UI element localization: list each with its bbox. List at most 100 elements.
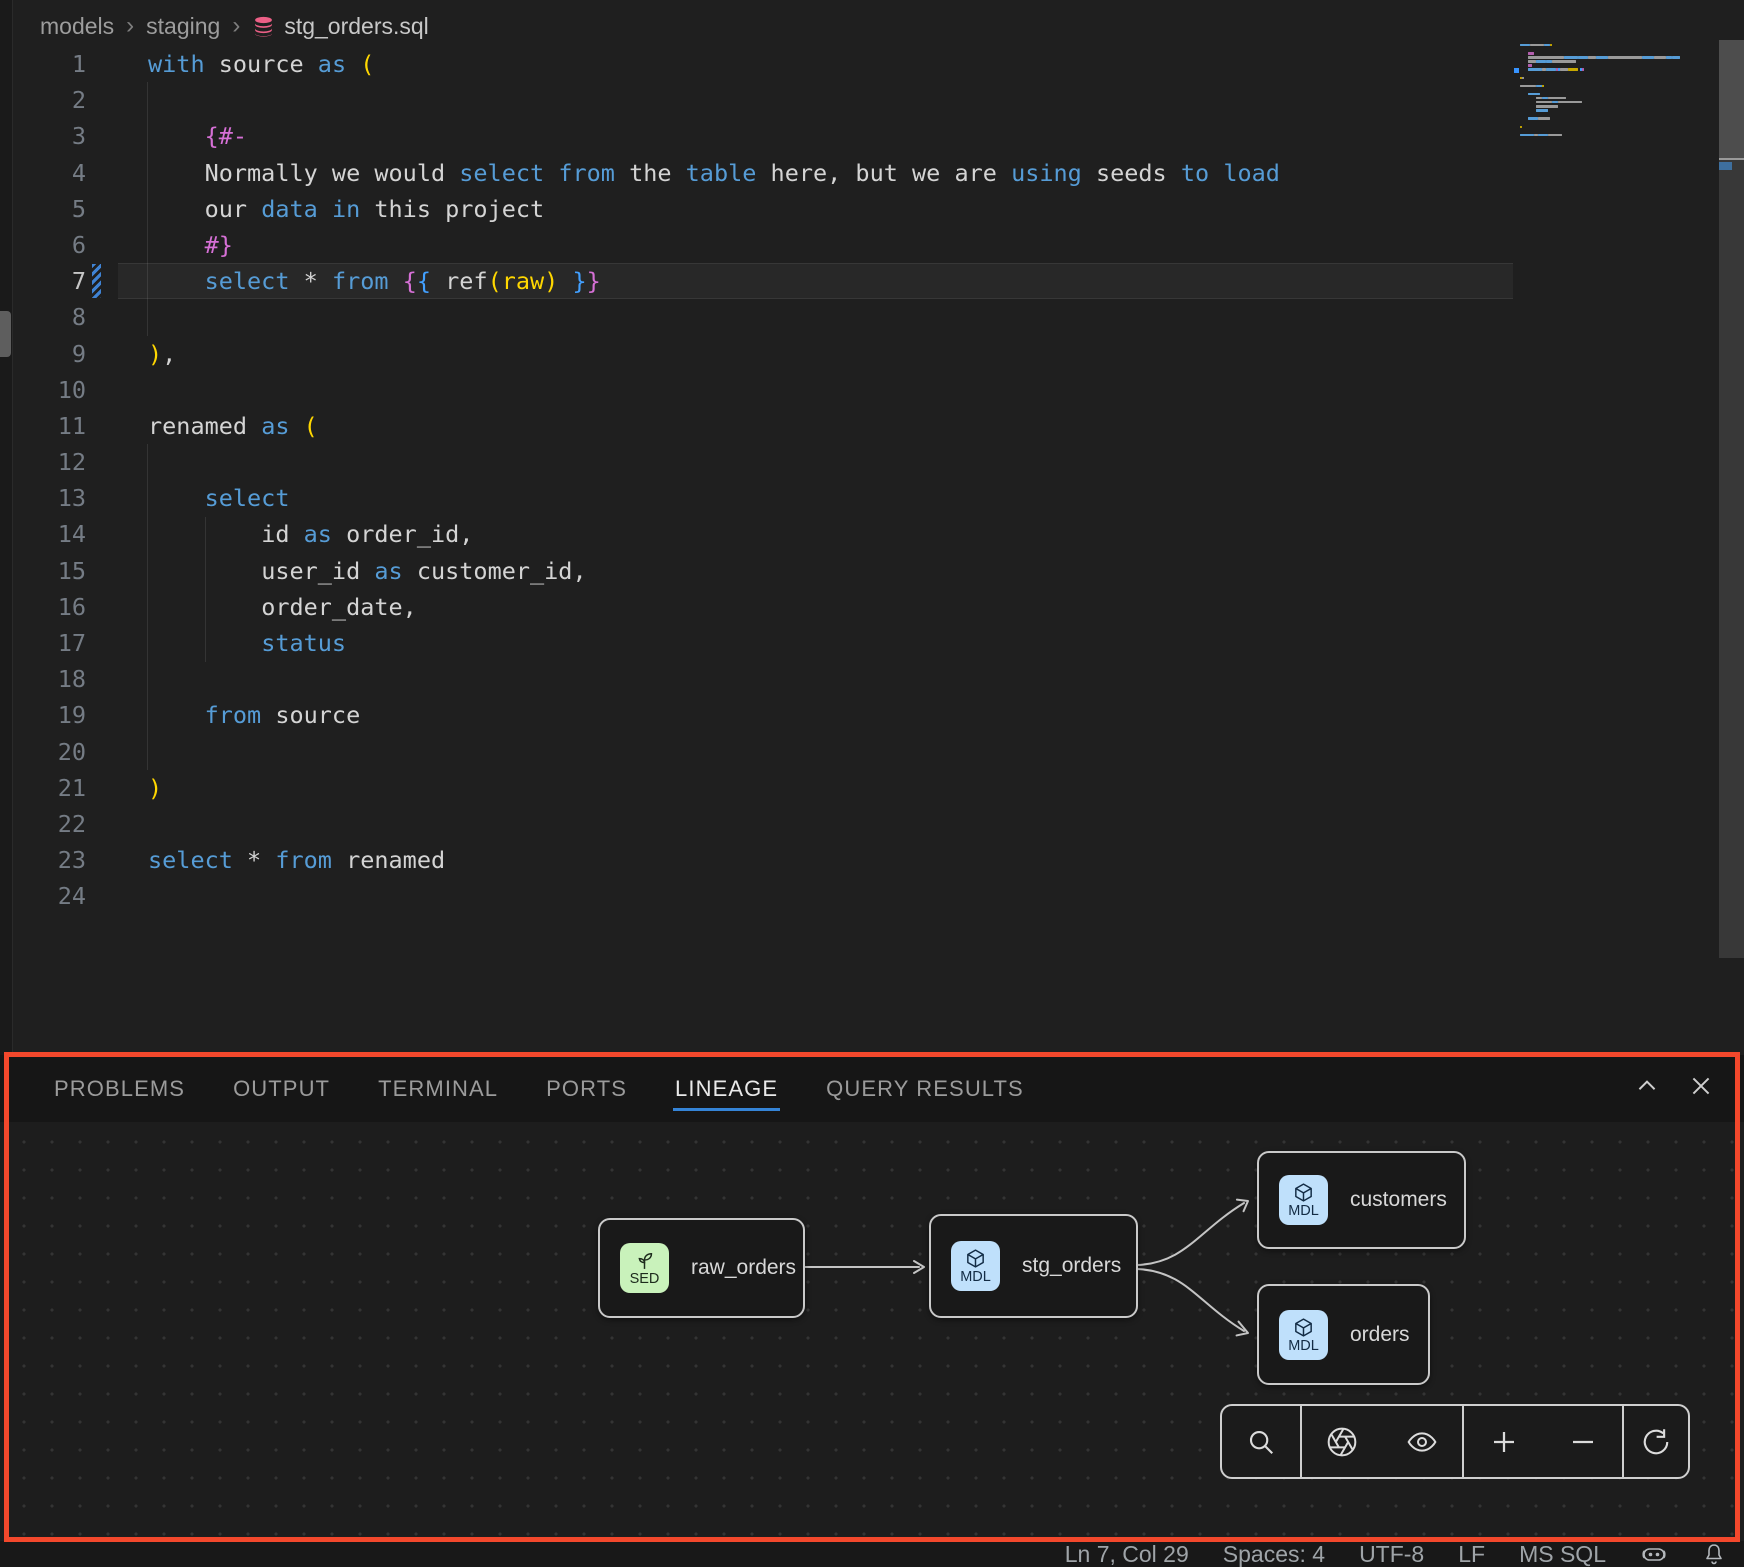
code-line-16[interactable]: 16 order_date, (0, 589, 1520, 625)
scrollbar-thumb[interactable] (1719, 40, 1744, 158)
aperture-icon[interactable] (1320, 1420, 1364, 1464)
line-number: 14 (0, 516, 86, 552)
line-number: 23 (0, 842, 86, 878)
lineage-toolbar (1220, 1404, 1690, 1479)
tab-ports[interactable]: PORTS (546, 1055, 627, 1122)
code-line-12[interactable]: 12 (0, 444, 1520, 480)
scrollbar-track[interactable] (1719, 40, 1744, 958)
badge-label: MDL (960, 1270, 991, 1284)
code-line-18[interactable]: 18 (0, 661, 1520, 697)
breadcrumb-item-models[interactable]: models (40, 13, 114, 40)
eye-icon[interactable] (1400, 1420, 1444, 1464)
code-line-8[interactable]: 8 (0, 299, 1520, 335)
tab-lineage[interactable]: LINEAGE (675, 1055, 778, 1122)
line-number: 7 (0, 263, 86, 299)
code-text: order_date, (148, 589, 417, 625)
code-line-3[interactable]: 3 {#- (0, 118, 1520, 154)
chevron-up-icon[interactable] (1632, 1071, 1662, 1101)
database-icon (252, 15, 275, 38)
code-line-9[interactable]: 9), (0, 336, 1520, 372)
code-text: ) (148, 770, 162, 806)
code-line-24[interactable]: 24 (0, 878, 1520, 914)
zoom-in-icon[interactable] (1482, 1420, 1526, 1464)
chevron-right-icon: › (126, 12, 134, 40)
line-number: 10 (0, 372, 86, 408)
close-icon[interactable] (1686, 1071, 1716, 1101)
breadcrumb-item-file[interactable]: stg_orders.sql (252, 13, 428, 40)
code-line-11[interactable]: 11 renamed as ( (0, 408, 1520, 444)
tab-query-results[interactable]: QUERY RESULTS (826, 1055, 1024, 1122)
code-line-1[interactable]: 1with source as ( (0, 46, 1520, 82)
badge-label: MDL (1288, 1204, 1319, 1218)
status-spaces[interactable]: Spaces: 4 (1223, 1541, 1325, 1567)
badge-label: MDL (1288, 1339, 1319, 1353)
line-number: 8 (0, 299, 86, 335)
code-line-20[interactable]: 20 (0, 734, 1520, 770)
line-number: 9 (0, 336, 86, 372)
code-text: our data in this project (148, 191, 544, 227)
panel-tabs: PROBLEMS OUTPUT TERMINAL PORTS LINEAGE QUERY … (54, 1055, 1024, 1122)
line-number: 17 (0, 625, 86, 661)
code-line-21[interactable]: 21) (0, 770, 1520, 806)
code-text: ), (148, 336, 176, 372)
line-number: 20 (0, 734, 86, 770)
code-line-13[interactable]: 13 select (0, 480, 1520, 516)
lineage-node-customers[interactable]: MDL customers (1257, 1151, 1466, 1249)
breadcrumb-item-staging[interactable]: staging (146, 13, 220, 40)
line-number: 15 (0, 553, 86, 589)
node-label: stg_orders (1022, 1254, 1121, 1278)
lineage-node-stg-orders[interactable]: MDL stg_orders (929, 1214, 1138, 1318)
copilot-icon[interactable] (1640, 1542, 1668, 1566)
line-number: 11 (0, 408, 86, 444)
scrollbar-divider (1719, 158, 1744, 160)
code-line-5[interactable]: 5 our data in this project (0, 191, 1520, 227)
line-number: 12 (0, 444, 86, 480)
lineage-node-raw-orders[interactable]: SED raw_orders (598, 1218, 805, 1318)
minimap[interactable] (1520, 44, 1716, 142)
code-text: renamed as ( (148, 408, 318, 444)
code-line-19[interactable]: 19 from source (0, 697, 1520, 733)
breadcrumb: models › staging › stg_orders.sql (40, 8, 429, 44)
line-number: 4 (0, 155, 86, 191)
seed-icon: SED (620, 1243, 669, 1293)
tab-terminal[interactable]: TERMINAL (378, 1055, 498, 1122)
node-label: raw_orders (691, 1256, 796, 1280)
line-number: 1 (0, 46, 86, 82)
code-line-14[interactable]: 14 id as order_id, (0, 516, 1520, 552)
code-lines: 1with source as (23 {#-4 Normally we wou… (0, 46, 1520, 915)
editor-pane[interactable]: models › staging › stg_orders.sql 1wi (0, 0, 1744, 1055)
line-number: 5 (0, 191, 86, 227)
code-line-4[interactable]: 4 Normally we would select from the tabl… (0, 155, 1520, 191)
status-lf[interactable]: LF (1458, 1541, 1485, 1567)
code-line-10[interactable]: 10 (0, 372, 1520, 408)
code-text: select * from {{ ref(raw) }} (148, 263, 601, 299)
code-line-7[interactable]: 7 select * from {{ ref(raw) }} (0, 263, 1520, 299)
line-number: 16 (0, 589, 86, 625)
status-utf-8[interactable]: UTF-8 (1359, 1541, 1424, 1567)
code-line-2[interactable]: 2 (0, 82, 1520, 118)
code-line-23[interactable]: 23select * from renamed (0, 842, 1520, 878)
zoom-out-icon[interactable] (1561, 1420, 1605, 1464)
code-text: from source (148, 697, 360, 733)
code-line-17[interactable]: 17 status (0, 625, 1520, 661)
code-text: user_id as customer_id, (148, 553, 587, 589)
search-icon[interactable] (1239, 1420, 1283, 1464)
lineage-node-orders[interactable]: MDLorders (1257, 1284, 1430, 1385)
refresh-icon[interactable] (1634, 1420, 1678, 1464)
vscode-window: models › staging › stg_orders.sql 1wi (0, 0, 1744, 1567)
model-cube-icon: MDL (1279, 1175, 1328, 1225)
code-line-22[interactable]: 22 (0, 806, 1520, 842)
code-line-6[interactable]: 6 #} (0, 227, 1520, 263)
tab-problems[interactable]: PROBLEMS (54, 1055, 185, 1122)
bell-icon[interactable] (1702, 1542, 1726, 1566)
status-ms-sql[interactable]: MS SQL (1519, 1541, 1606, 1567)
line-number: 19 (0, 697, 86, 733)
code-text: Normally we would select from the table … (148, 155, 1280, 191)
tab-output[interactable]: OUTPUT (233, 1055, 330, 1122)
status-ln-7[interactable]: Ln 7, Col 29 (1065, 1541, 1189, 1567)
code-line-15[interactable]: 15 user_id as customer_id, (0, 553, 1520, 589)
code-text: status (148, 625, 346, 661)
status-bar: Ln 7, Col 29 Spaces: 4 UTF-8 LF MS SQL (0, 1541, 1744, 1567)
node-label: customers (1350, 1188, 1447, 1212)
line-number: 2 (0, 82, 86, 118)
